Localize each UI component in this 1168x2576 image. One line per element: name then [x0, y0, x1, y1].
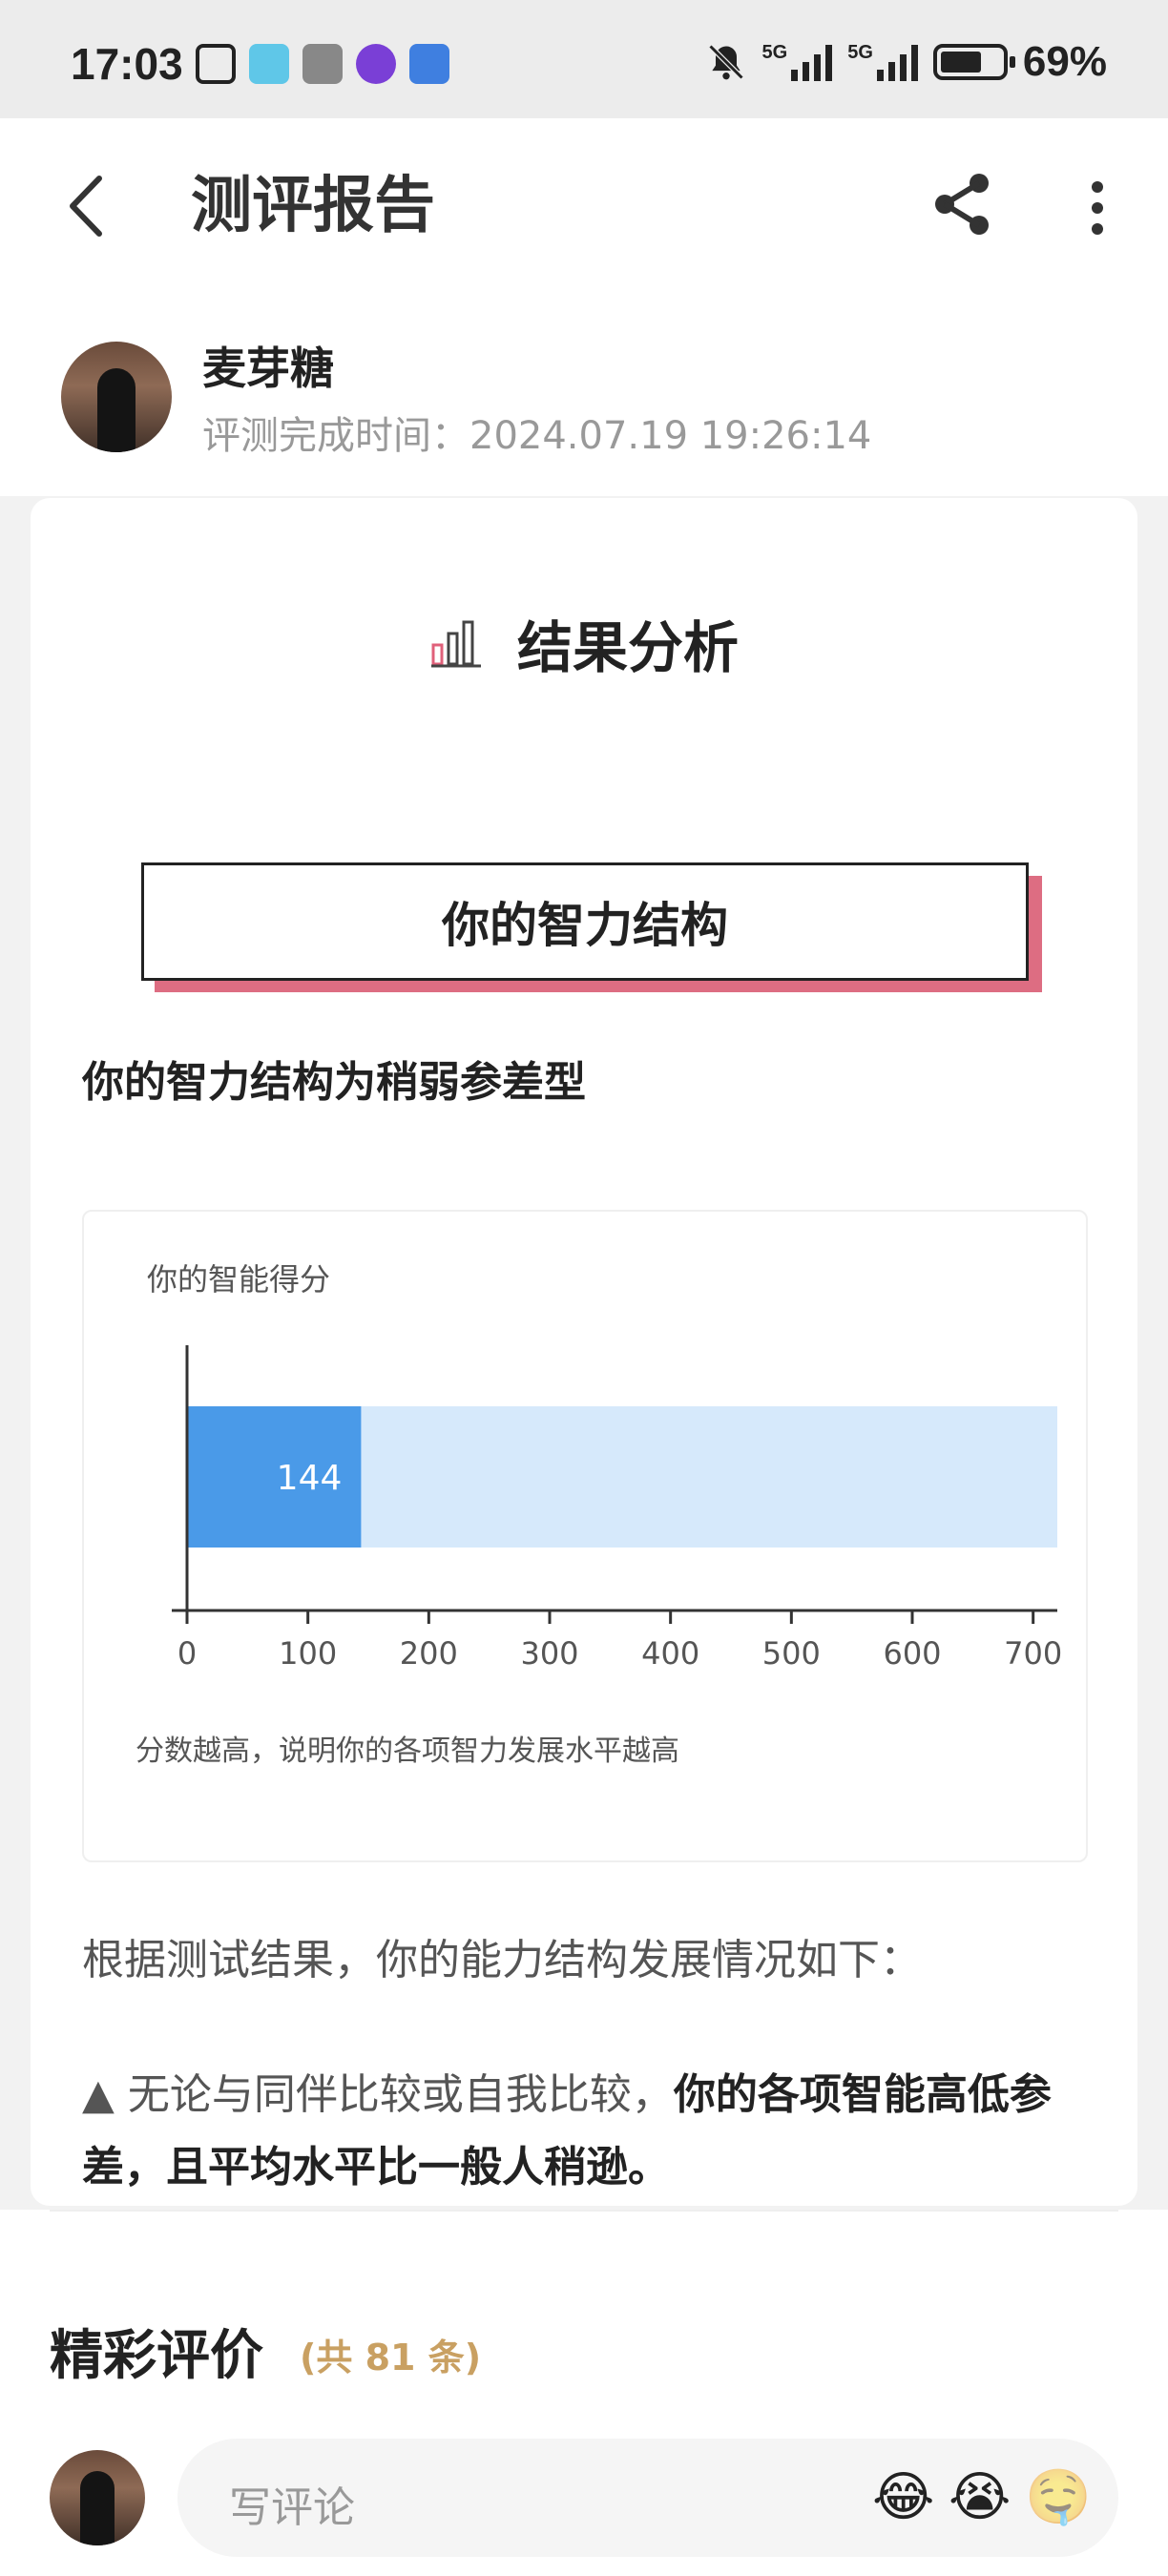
x-tick-label: 100: [279, 1635, 337, 1672]
result-intro: 根据测试结果，你的能力结构发展情况如下：: [82, 1936, 922, 1984]
x-tick-label: 0: [177, 1635, 197, 1672]
signal-icon-1: 5G: [762, 43, 833, 81]
share-icon: [935, 174, 989, 235]
signal-icon-2: 5G: [847, 43, 918, 81]
section-label: 你的智力结构: [141, 862, 1029, 981]
more-dot-icon: [1092, 223, 1103, 235]
status-bar: 17:03 5G 5G 69%: [0, 0, 1168, 118]
comment-input[interactable]: 写评论 😂 😭 🤤: [177, 2439, 1118, 2557]
user-avatar[interactable]: [61, 342, 172, 452]
structure-result: 你的智力结构为稍弱参差型: [82, 1058, 586, 1107]
reader-app-icon: [249, 44, 289, 84]
bar-chart-icon: [430, 620, 481, 668]
assistant-app-icon: [409, 44, 449, 84]
battery-icon: [932, 44, 1015, 80]
status-time: 17:03: [71, 39, 183, 89]
score-chart: 你的智能得分 144 0 100 200 300 400 500 600 700 分数越高，说明你…: [82, 1210, 1088, 1862]
more-dot-icon: [1092, 202, 1103, 214]
chart-note: 分数越高，说明你的各项智力发展水平越高: [136, 1735, 679, 1768]
bar-value-label: 144: [277, 1459, 343, 1498]
mute-bell-icon: [708, 44, 743, 80]
x-tick-label: 400: [641, 1635, 699, 1672]
more-options-button[interactable]: [1078, 176, 1116, 240]
x-tick-label: 300: [520, 1635, 578, 1672]
more-dot-icon: [1092, 181, 1103, 193]
result-heading: 结果分析: [31, 603, 1137, 683]
back-button[interactable]: [57, 172, 115, 240]
x-tick-label: 500: [762, 1635, 821, 1672]
user-name: 麦芽糖: [202, 343, 334, 394]
comments-count: (共 81 条): [300, 2337, 482, 2379]
chart-title: 你的智能得分: [147, 1261, 330, 1298]
crying-emoji-icon[interactable]: 😭: [949, 2467, 1011, 2528]
notification-icons: [196, 44, 449, 84]
result-card: 结果分析 你的智力结构 你的智力结构为稍弱参差型 你的智能得分 144 0 100 20…: [31, 498, 1137, 2206]
x-tick-label: 700: [1004, 1635, 1062, 1672]
tieba-app-icon: [356, 44, 396, 84]
bullet-plain: ▲ 无论与同伴比较或自我比较，: [82, 2070, 674, 2119]
comment-avatar: [50, 2450, 145, 2545]
result-bullet: ▲ 无论与同伴比较或自我比较，你的各项智能高低参差，且平均水平比一般人稍逊。: [82, 2059, 1132, 2204]
comment-placeholder: 写评论: [229, 2483, 355, 2532]
laugh-cry-emoji-icon[interactable]: 😂: [872, 2467, 934, 2528]
result-title: 结果分析: [516, 615, 739, 680]
share-button[interactable]: [931, 172, 996, 237]
status-indicators: 5G 5G 69%: [705, 38, 1107, 86]
complete-time: 评测完成时间：2024.07.19 19:26:14: [202, 414, 872, 458]
drool-emoji-icon[interactable]: 🤤: [1025, 2467, 1092, 2528]
comments-title: 精彩评价: [50, 2325, 263, 2387]
nfc-icon: [196, 44, 236, 84]
page-title: 测评报告: [191, 171, 435, 241]
x-tick-label: 600: [883, 1635, 941, 1672]
comments-section: 精彩评价 (共 81 条) 写评论 😂 😭 🤤: [0, 2210, 1168, 2576]
chevron-left-icon: [70, 176, 102, 237]
battery-percent: 69%: [1022, 38, 1107, 85]
divider: [50, 2210, 1118, 2212]
book-app-icon: [302, 44, 343, 84]
x-tick-label: 200: [400, 1635, 458, 1672]
